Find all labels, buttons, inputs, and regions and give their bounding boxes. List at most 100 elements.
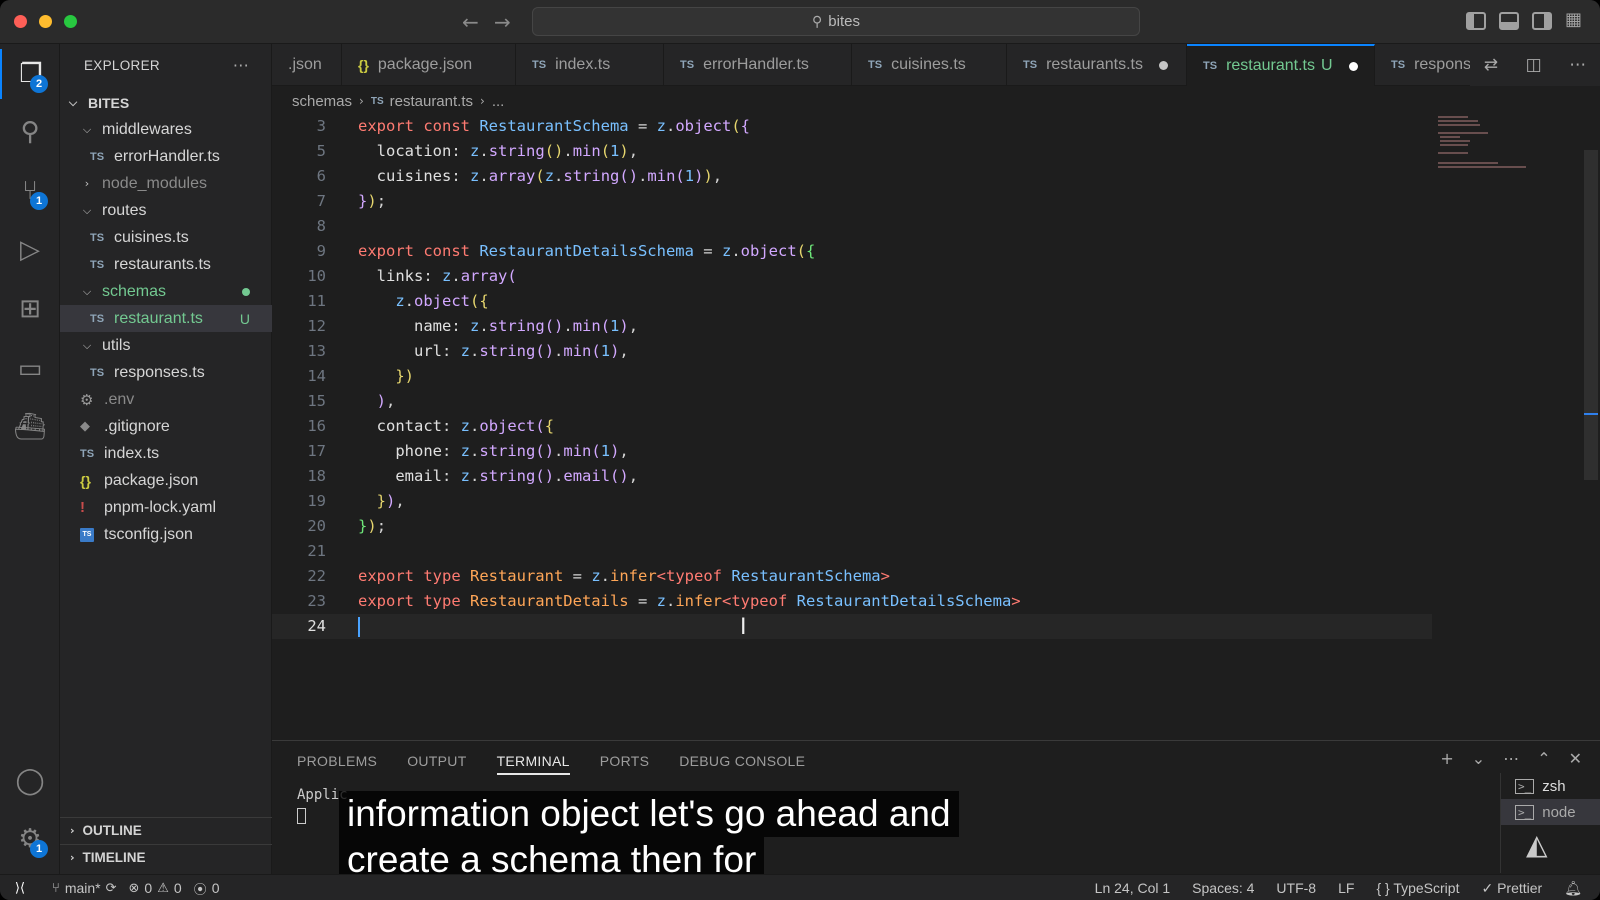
code-line: 6 cuisines: z.array(z.string().min(1)), [316,167,723,185]
chevron-down-icon: ⌵ [82,122,92,136]
folder-routes[interactable]: ⌵ routes [60,197,272,224]
tab-problems[interactable]: PROBLEMS [297,747,377,775]
chevron-down-icon: ⌵ [68,95,78,109]
maximize-panel-icon[interactable]: ⌃ [1537,749,1550,768]
extensions-icon[interactable]: ⊞ [0,284,60,334]
tab-debug-console[interactable]: DEBUG CONSOLE [679,747,805,775]
terminal-item-zsh[interactable]: >_ zsh [1501,773,1600,799]
maximize-window-button[interactable] [64,15,77,28]
chevron-down-icon: ⌵ [82,284,92,298]
command-center-search[interactable]: ⚲ bites [532,7,1140,36]
minimize-window-button[interactable] [39,15,52,28]
timeline-section[interactable]: › TIMELINE [60,844,272,870]
tab-terminal[interactable]: TERMINAL [496,747,570,775]
file-tsconfig[interactable]: TS tsconfig.json [60,521,272,548]
customize-layout-icon[interactable] [1565,9,1585,30]
close-window-button[interactable] [14,15,27,28]
file-restaurant[interactable]: TS restaurant.ts U [60,305,272,332]
problems-indicator[interactable]: ⊗ 0 ⚠ 0 [129,880,182,896]
ports-indicator[interactable]: ⦿ 0 [194,879,220,898]
manage-gear-icon[interactable]: ⚙ 1 [0,814,60,864]
ibeam-cursor-icon: Ⅰ [740,615,747,640]
folder-utils[interactable]: ⌵ utils [60,332,272,359]
tab-package-json[interactable]: {} package.json [342,44,516,86]
tab-output[interactable]: OUTPUT [407,747,466,775]
code-editor[interactable]: 3 export const RestaurantSchema = z.objec… [272,114,1600,740]
tab-index[interactable]: TS index.ts [516,44,664,86]
file-package-json[interactable]: {} package.json [60,467,272,494]
typescript-file-icon: TS [1023,59,1038,71]
run-debug-icon[interactable]: ▷ [0,225,60,275]
end-of-line[interactable]: LF [1338,880,1354,896]
explorer-icon[interactable]: ❐ 2 [0,49,60,99]
more-actions-icon[interactable]: ⋯ [1503,749,1519,768]
chevron-right-icon: › [84,177,90,190]
branch-indicator[interactable]: ⑂ main* ⟳ [52,880,117,896]
outline-section[interactable]: › OUTLINE [60,817,272,843]
file-errorhandler[interactable]: TS errorHandler.ts [60,143,272,170]
breadcrumb-symbol[interactable]: ... [492,93,505,110]
chevron-down-icon: ⌵ [82,338,92,352]
accounts-icon[interactable]: ◯ [0,756,60,806]
folder-schemas[interactable]: ⌵ schemas [60,278,272,305]
minimap[interactable] [1438,114,1538,174]
search-view-icon[interactable]: ⚲ [0,107,60,157]
tab-json[interactable]: .json [272,44,342,86]
editor-scrollbar[interactable] [1584,150,1598,480]
status-bar: ⟩⟨ ⑂ main* ⟳ ⊗ 0 ⚠ 0 ⦿ 0 Ln 24, Col 1 Spaces: … [0,874,1600,900]
remote-explorer-icon[interactable]: ▭ [0,344,60,394]
file-pnpm-lock[interactable]: ! pnpm-lock.yaml [60,494,272,521]
channel-logo-icon: ◭ [1526,828,1548,861]
code-line: 21 [307,542,326,560]
language-mode[interactable]: { } TypeScript [1376,880,1459,896]
tsconfig-file-icon: TS [80,527,94,542]
docker-icon[interactable]: ⛴ [0,402,60,452]
chevron-down-icon[interactable]: ⌄ [1472,749,1485,768]
file-index[interactable]: TS index.ts [60,440,272,467]
file-responses[interactable]: TS responses.ts [60,359,272,386]
file-gitignore[interactable]: ◆ .gitignore [60,413,272,440]
forward-arrow-icon[interactable]: → [494,10,511,34]
indentation[interactable]: Spaces: 4 [1192,880,1254,896]
breadcrumb-file[interactable]: restaurant.ts [390,93,473,110]
tab-restaurants[interactable]: TS restaurants.ts [1007,44,1187,86]
cursor-position[interactable]: Ln 24, Col 1 [1095,880,1171,896]
typescript-file-icon: TS [90,258,105,271]
file-env[interactable]: ⚙ .env [60,386,272,413]
tab-cuisines[interactable]: TS cuisines.ts [852,44,1007,86]
source-control-icon[interactable]: ⑂ 1 [0,166,60,216]
unsaved-dot-icon[interactable] [1159,60,1168,70]
tab-errorhandler[interactable]: TS errorHandler.ts [664,44,852,86]
terminal-item-node[interactable]: >_ node [1501,799,1600,825]
toggle-secondary-sidebar-icon[interactable] [1532,12,1552,30]
more-actions-icon[interactable]: ⋯ [1569,55,1586,75]
split-editor-icon[interactable]: ◫ [1526,55,1542,75]
tab-restaurant[interactable]: TS restaurant.ts U [1187,44,1375,86]
tab-responses[interactable]: TS respons [1375,44,1475,86]
notifications-bell-icon[interactable]: 🔔︎ [1564,880,1582,897]
chevron-right-icon: › [480,94,485,108]
compare-changes-icon[interactable]: ⇄ [1484,55,1498,75]
prettier-status[interactable]: ✓ Prettier [1481,880,1542,897]
tab-ports[interactable]: PORTS [600,747,649,775]
file-cuisines[interactable]: TS cuisines.ts [60,224,272,251]
explorer-more-icon[interactable]: ··· [233,56,249,75]
encoding[interactable]: UTF-8 [1276,880,1316,896]
code-line: 11 z.object({ [307,292,489,310]
remote-indicator-icon[interactable]: ⟩⟨ [0,875,40,900]
folder-middlewares[interactable]: ⌵ middlewares [60,116,272,143]
breadcrumb-folder[interactable]: schemas [292,93,352,110]
scrollbar-cursor-marker [1584,413,1598,415]
panel-actions: + ⌄ ⋯ ⌃ ✕ [1440,749,1582,768]
toggle-primary-sidebar-icon[interactable] [1466,12,1486,30]
new-terminal-plus-icon[interactable]: + [1440,749,1453,768]
gear-icon: ⚙ [80,390,94,409]
file-restaurants[interactable]: TS restaurants.ts [60,251,272,278]
back-arrow-icon[interactable]: ← [462,10,479,34]
unsaved-dot-icon[interactable] [1348,61,1358,71]
toggle-panel-icon[interactable] [1499,12,1519,30]
folder-root[interactable]: ⌵ BITES [60,89,272,116]
close-panel-icon[interactable]: ✕ [1569,749,1582,768]
folder-node-modules[interactable]: › node_modules [60,170,272,197]
code-line: 7}); [316,192,387,210]
